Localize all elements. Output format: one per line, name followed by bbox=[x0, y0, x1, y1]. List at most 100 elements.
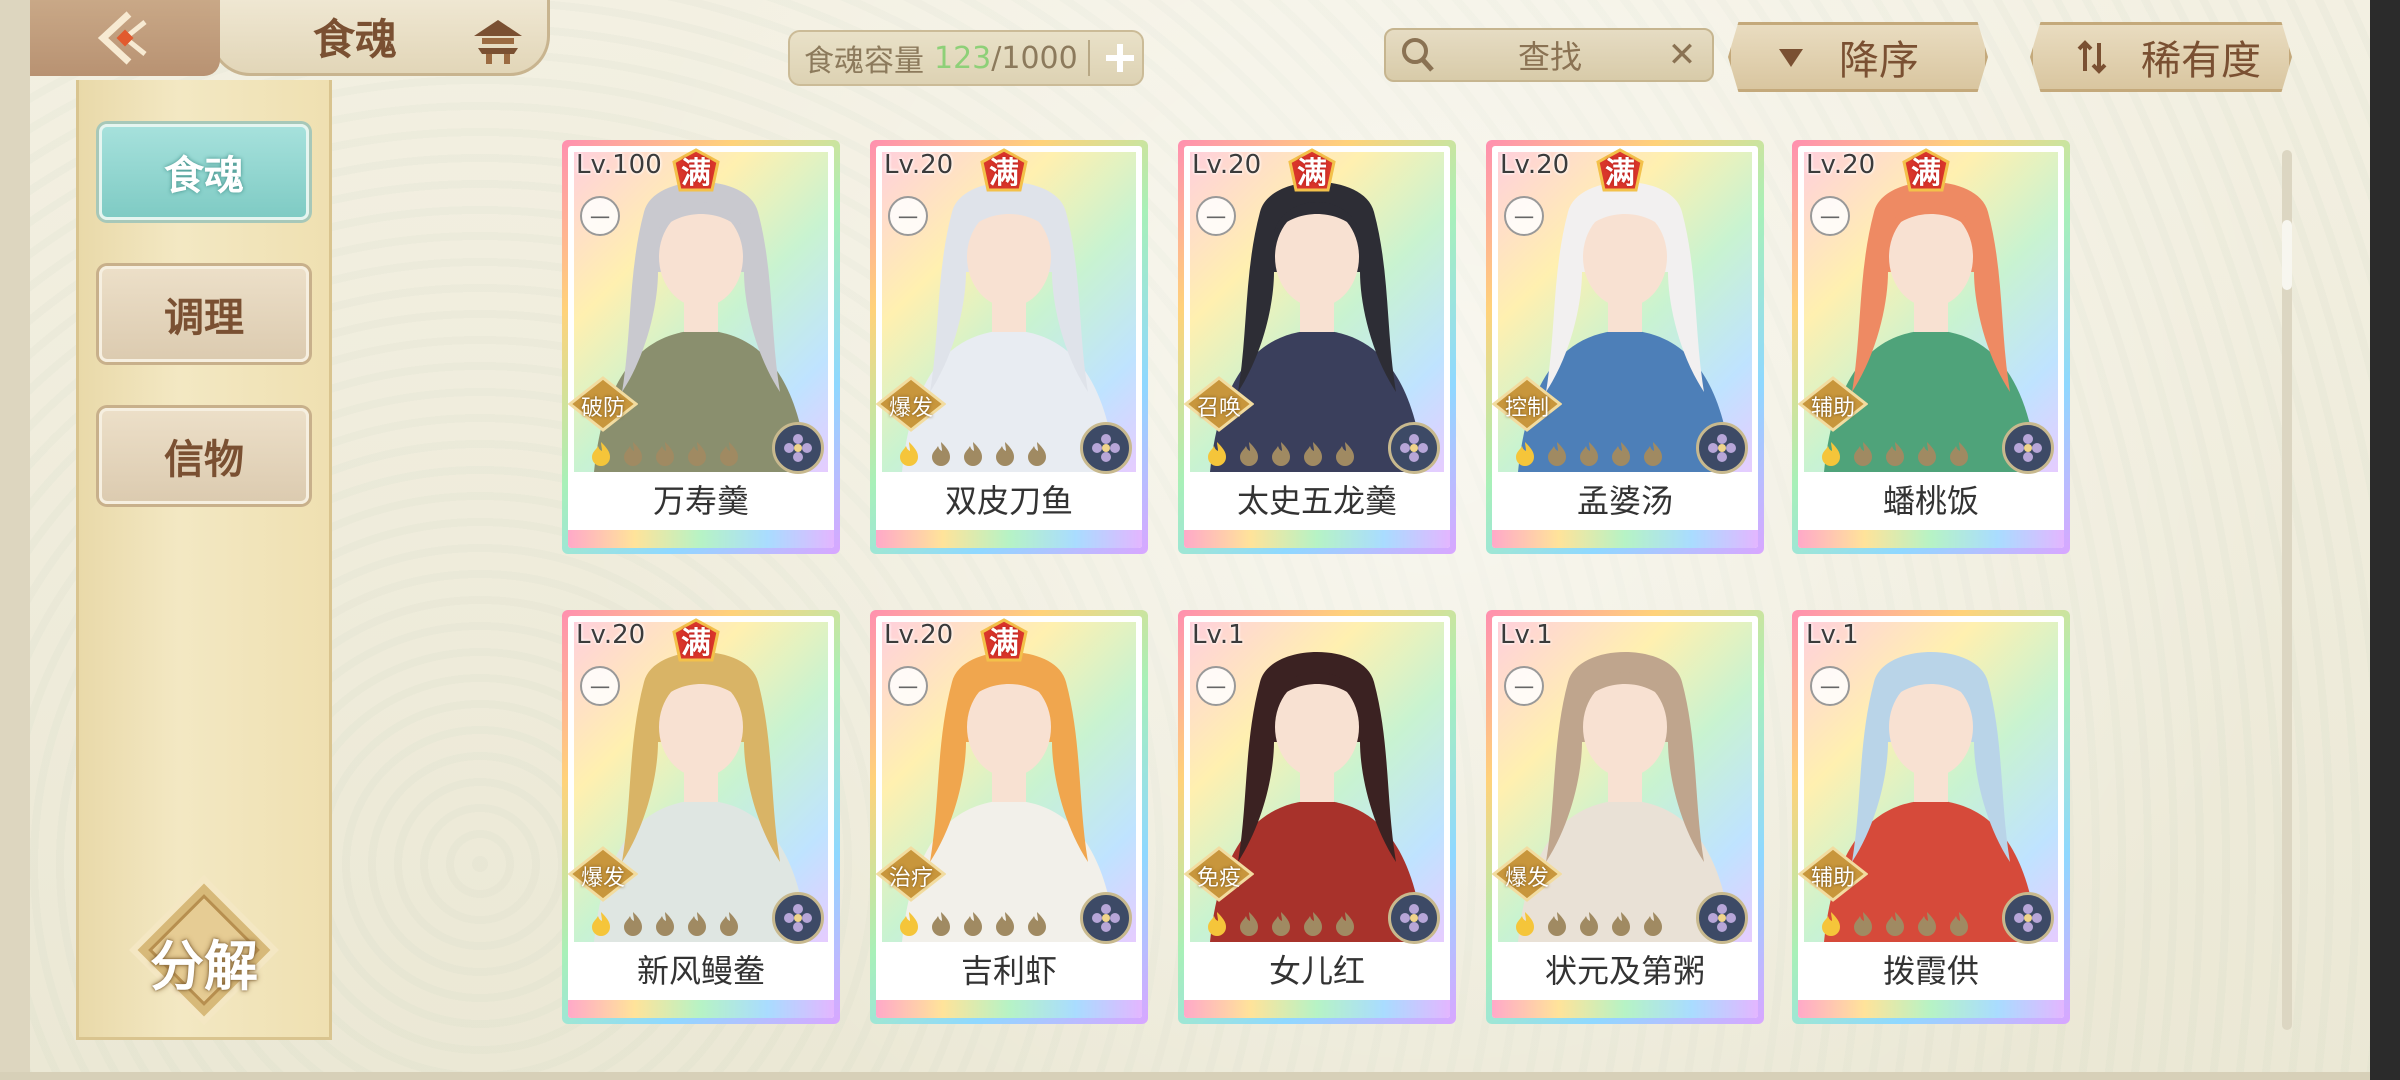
grade-marker: 一 bbox=[1810, 196, 1850, 236]
star-flame-icon bbox=[1580, 912, 1598, 936]
card-rarity-strip bbox=[1798, 530, 2064, 548]
bottom-edge bbox=[0, 1072, 2370, 1080]
food-soul-card[interactable]: Lv.20 满 一 治疗 吉利虾 bbox=[870, 610, 1148, 1024]
sort-order-label: 降序 bbox=[1839, 38, 1919, 84]
search-label: 查找 bbox=[1517, 38, 1582, 76]
max-badge-label: 满 bbox=[681, 156, 711, 191]
star-flame-icon bbox=[1886, 912, 1904, 936]
page-title: 食魂 bbox=[313, 15, 398, 64]
food-soul-card[interactable]: Lv.20 满 一 召唤 太史五龙羹 bbox=[1178, 140, 1456, 554]
star-flame-icon bbox=[1272, 442, 1290, 466]
star-flame-icon bbox=[1918, 912, 1936, 936]
search-box[interactable]: 查找 ✕ bbox=[1384, 28, 1714, 82]
sort-by-label: 稀有度 bbox=[2141, 38, 2261, 84]
star-flame-icon bbox=[964, 912, 982, 936]
star-flame-icon bbox=[900, 912, 918, 936]
right-edge bbox=[2370, 0, 2400, 1080]
capacity-separator: / bbox=[991, 40, 1002, 76]
star-flame-icon bbox=[1336, 442, 1354, 466]
sort-order-button[interactable]: 降序 bbox=[1728, 22, 1988, 92]
food-soul-name: 孟婆汤 bbox=[1576, 482, 1673, 520]
decompose-button[interactable]: 分解 bbox=[124, 870, 284, 1030]
max-badge-label: 满 bbox=[681, 626, 711, 661]
capacity-divider bbox=[1087, 40, 1090, 76]
star-flame-icon bbox=[624, 442, 642, 466]
food-soul-name: 新风鳗鲞 bbox=[636, 952, 765, 990]
faction-emblem-icon bbox=[1696, 892, 1748, 944]
food-soul-name: 蟠桃饭 bbox=[1882, 482, 1979, 520]
star-rating bbox=[1818, 910, 1972, 936]
star-flame-icon bbox=[1516, 912, 1534, 936]
star-flame-icon bbox=[1612, 442, 1630, 466]
grade-marker: 一 bbox=[1504, 666, 1544, 706]
level-label: Lv.20 bbox=[1500, 150, 1570, 180]
faction-emblem-icon bbox=[1080, 892, 1132, 944]
star-flame-icon bbox=[720, 442, 738, 466]
star-flame-icon bbox=[932, 912, 950, 936]
card-rarity-strip bbox=[876, 1000, 1142, 1018]
role-label: 召唤 bbox=[1196, 396, 1241, 421]
level-label: Lv.20 bbox=[1192, 150, 1262, 180]
level-label: Lv.20 bbox=[884, 150, 954, 180]
food-soul-card[interactable]: Lv.100 满 一 破防 万寿羹 bbox=[562, 140, 840, 554]
level-label: Lv.1 bbox=[1192, 620, 1245, 650]
role-label: 爆发 bbox=[1504, 866, 1549, 891]
star-flame-icon bbox=[688, 442, 706, 466]
star-rating bbox=[1512, 910, 1666, 936]
star-flame-icon bbox=[1304, 442, 1322, 466]
food-soul-card[interactable]: Lv.20 满 一 爆发 双皮刀鱼 bbox=[870, 140, 1148, 554]
role-label: 控制 bbox=[1504, 396, 1549, 421]
food-soul-card[interactable]: Lv.20 满 一 控制 孟婆汤 bbox=[1486, 140, 1764, 554]
faction-emblem-icon bbox=[1388, 422, 1440, 474]
back-button[interactable] bbox=[30, 0, 220, 76]
star-rating bbox=[588, 910, 742, 936]
star-flame-icon bbox=[1580, 442, 1598, 466]
grade-marker: 一 bbox=[580, 666, 620, 706]
food-soul-card[interactable]: Lv.1 一 辅助 拨霞供 bbox=[1792, 610, 2070, 1024]
food-soul-card[interactable]: Lv.1 一 爆发 状元及第粥 bbox=[1486, 610, 1764, 1024]
star-rating bbox=[588, 440, 742, 466]
star-flame-icon bbox=[932, 442, 950, 466]
home-pagoda-icon[interactable] bbox=[470, 14, 526, 66]
scrollbar-thumb[interactable] bbox=[2282, 220, 2292, 290]
star-flame-icon bbox=[1548, 912, 1566, 936]
card-rarity-strip bbox=[1798, 1000, 2064, 1018]
tab-tokens[interactable]: 信物 bbox=[99, 408, 309, 504]
faction-emblem-icon bbox=[1388, 892, 1440, 944]
expand-capacity-button[interactable] bbox=[1098, 36, 1142, 80]
food-soul-card[interactable]: Lv.1 一 免疫 女儿红 bbox=[1178, 610, 1456, 1024]
food-soul-name: 双皮刀鱼 bbox=[944, 482, 1073, 520]
star-flame-icon bbox=[1644, 912, 1662, 936]
food-soul-card[interactable]: Lv.20 满 一 爆发 新风鳗鲞 bbox=[562, 610, 840, 1024]
plus-icon bbox=[1105, 44, 1134, 72]
grade-marker: 一 bbox=[888, 196, 928, 236]
star-flame-icon bbox=[996, 912, 1014, 936]
tab-conditioning[interactable]: 调理 bbox=[99, 266, 309, 362]
role-label: 免疫 bbox=[1196, 866, 1241, 891]
sort-down-icon bbox=[1769, 35, 1813, 79]
level-label: Lv.20 bbox=[1806, 150, 1876, 180]
faction-emblem-icon bbox=[1080, 422, 1132, 474]
star-flame-icon bbox=[1240, 912, 1258, 936]
food-soul-name: 女儿红 bbox=[1268, 952, 1365, 990]
star-flame-icon bbox=[1028, 442, 1046, 466]
star-flame-icon bbox=[1950, 912, 1968, 936]
star-flame-icon bbox=[964, 442, 982, 466]
level-label: Lv.100 bbox=[576, 150, 662, 180]
grade-marker: 一 bbox=[888, 666, 928, 706]
sort-by-button[interactable]: 稀有度 bbox=[2030, 22, 2292, 92]
tab-food-souls[interactable]: 食魂 bbox=[99, 124, 309, 220]
clear-search-icon[interactable]: ✕ bbox=[1662, 35, 1702, 75]
star-flame-icon bbox=[900, 442, 918, 466]
star-flame-icon bbox=[1336, 912, 1354, 936]
star-rating bbox=[1818, 440, 1972, 466]
max-badge-label: 满 bbox=[1911, 156, 1941, 191]
card-rarity-strip bbox=[1492, 1000, 1758, 1018]
star-flame-icon bbox=[688, 912, 706, 936]
level-label: Lv.20 bbox=[884, 620, 954, 650]
star-flame-icon bbox=[1028, 912, 1046, 936]
food-soul-card[interactable]: Lv.20 满 一 辅助 蟠桃饭 bbox=[1792, 140, 2070, 554]
decompose-label: 分解 bbox=[150, 934, 258, 998]
star-flame-icon bbox=[1854, 912, 1872, 936]
faction-emblem-icon bbox=[2002, 892, 2054, 944]
